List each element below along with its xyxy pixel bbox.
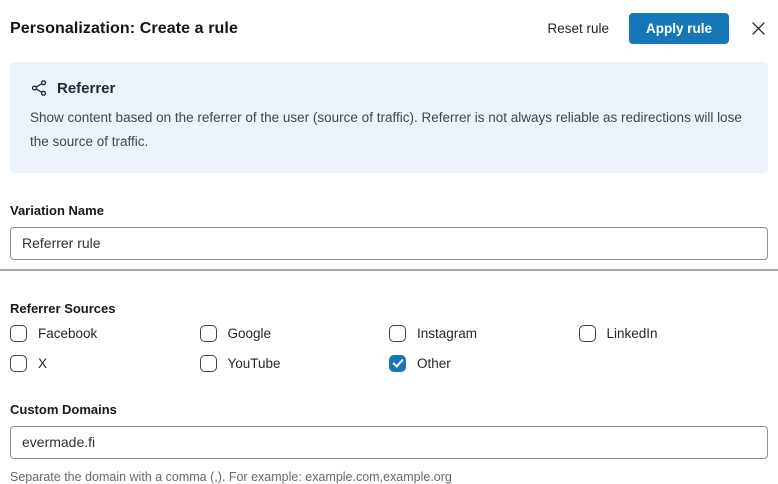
- share-network-icon: [30, 79, 48, 97]
- variation-name-input[interactable]: [10, 226, 768, 260]
- section-divider: [0, 268, 778, 271]
- page-title: Personalization: Create a rule: [10, 19, 238, 37]
- checkbox-other[interactable]: Other: [389, 354, 579, 372]
- checkbox-facebook[interactable]: Facebook: [10, 324, 200, 342]
- checkbox-label: Google: [227, 325, 272, 341]
- checkbox-google[interactable]: Google: [199, 324, 390, 342]
- custom-domains-input[interactable]: [10, 425, 768, 459]
- checkbox-box[interactable]: [10, 354, 27, 372]
- checkbox-label: X: [38, 355, 48, 371]
- referrer-sources-grid: Facebook Google Instagram LinkedIn X You…: [10, 324, 769, 372]
- close-button[interactable]: [749, 19, 768, 38]
- referrer-sources-label: Referrer Sources: [10, 300, 116, 316]
- checkbox-label: Instagram: [417, 325, 478, 341]
- custom-domains-label: Custom Domains: [10, 401, 117, 417]
- checkbox-instagram[interactable]: Instagram: [389, 324, 579, 342]
- panel-header: Personalization: Create a rule Reset rul…: [10, 0, 768, 53]
- custom-domains-help-text: Separate the domain with a comma (,). Fo…: [10, 469, 452, 484]
- checkbox-box[interactable]: [389, 354, 406, 372]
- checkbox-box[interactable]: [10, 324, 27, 342]
- checkbox-youtube[interactable]: YouTube: [199, 354, 390, 372]
- checkbox-label: LinkedIn: [606, 325, 658, 341]
- checkbox-box[interactable]: [199, 354, 217, 372]
- variation-name-label: Variation Name: [10, 202, 104, 218]
- checkbox-label: Other: [417, 355, 451, 371]
- reset-rule-button[interactable]: Reset rule: [547, 21, 609, 36]
- info-title-row: Referrer: [30, 79, 748, 97]
- apply-rule-button[interactable]: Apply rule: [628, 13, 729, 44]
- close-icon: [749, 19, 768, 38]
- header-actions: Reset rule Apply rule: [547, 13, 768, 44]
- referrer-info-box: Referrer Show content based on the refer…: [10, 62, 768, 173]
- checkbox-box[interactable]: [389, 324, 406, 342]
- info-box-title: Referrer: [57, 79, 116, 97]
- personalization-rule-panel: Personalization: Create a rule Reset rul…: [0, 0, 778, 484]
- checkbox-linkedin[interactable]: LinkedIn: [578, 324, 769, 342]
- checkbox-box[interactable]: [199, 324, 217, 342]
- checkbox-box[interactable]: [578, 324, 596, 342]
- checkbox-label: YouTube: [227, 355, 281, 371]
- checkbox-label: Facebook: [38, 325, 98, 341]
- info-box-description: Show content based on the referrer of th…: [30, 110, 742, 150]
- checkbox-x[interactable]: X: [10, 354, 200, 372]
